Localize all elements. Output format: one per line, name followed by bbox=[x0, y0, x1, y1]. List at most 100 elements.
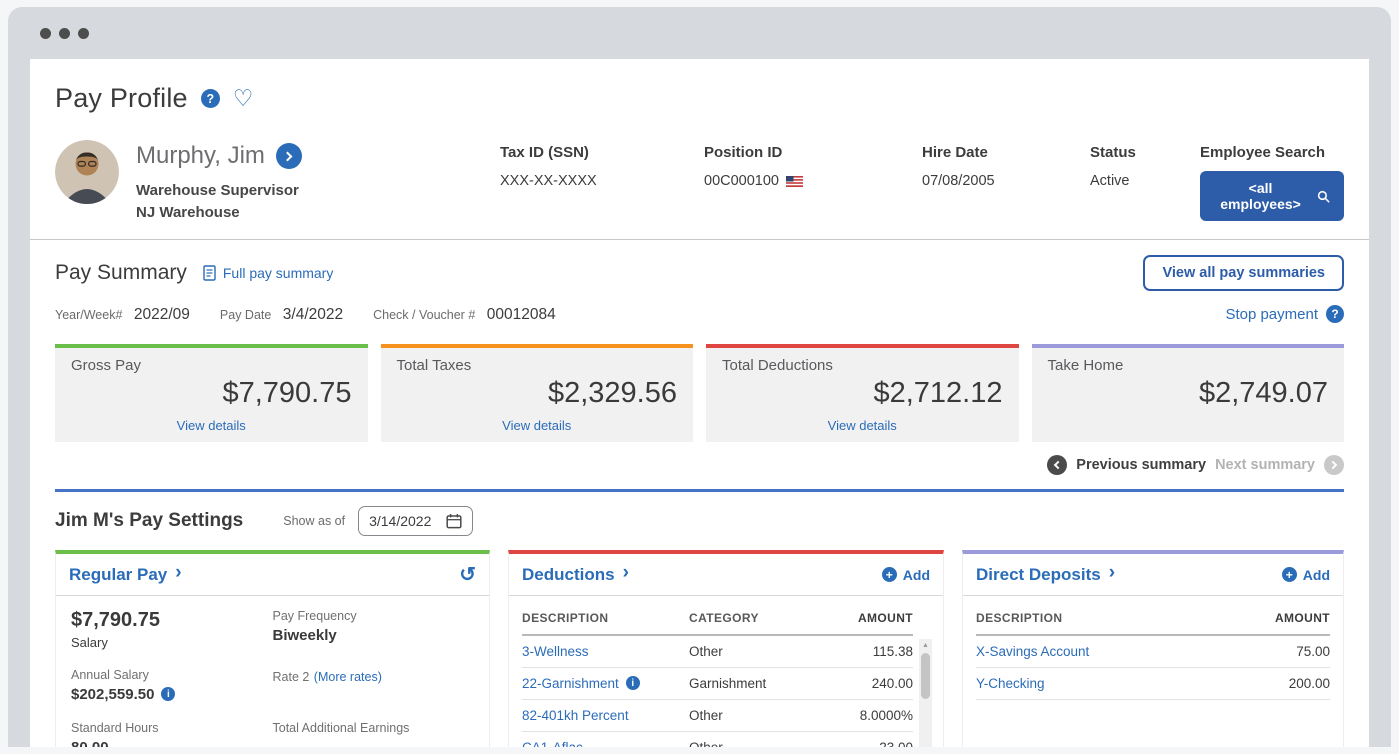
meta-value: 00012084 bbox=[487, 306, 556, 323]
field-label: Tax ID (SSN) bbox=[500, 144, 704, 161]
window-dot[interactable] bbox=[78, 28, 89, 39]
stop-payment-link[interactable]: Stop payment ? bbox=[1225, 305, 1344, 323]
pay-settings-title: Jim M's Pay Settings bbox=[55, 510, 243, 532]
regular-pay-title-link[interactable]: Regular Pay › bbox=[69, 565, 182, 585]
field-label: Position ID bbox=[704, 144, 922, 161]
salary-block: $7,790.75 Salary bbox=[71, 609, 273, 650]
panel-title-label: Direct Deposits bbox=[976, 565, 1101, 585]
previous-summary-button[interactable] bbox=[1047, 455, 1067, 475]
card-title: Gross Pay bbox=[71, 357, 352, 374]
plus-icon: + bbox=[882, 567, 897, 582]
employee-avatar[interactable] bbox=[55, 140, 119, 204]
next-summary-label: Next summary bbox=[1215, 457, 1315, 473]
card-amount: $2,712.12 bbox=[722, 377, 1003, 410]
section-divider bbox=[55, 489, 1344, 492]
table-row: 3-Wellness Other 115.38 bbox=[522, 636, 913, 668]
full-pay-summary-link[interactable]: Full pay summary bbox=[203, 265, 333, 281]
additional-earnings-block: Total Additional Earnings bbox=[273, 721, 475, 748]
deductions-table: DESCRIPTION CATEGORY AMOUNT 3-Wellness O… bbox=[522, 602, 930, 748]
table-header: DESCRIPTION AMOUNT bbox=[976, 602, 1330, 636]
help-icon[interactable]: ? bbox=[201, 89, 220, 108]
standard-hours-value: 80.00 bbox=[71, 739, 273, 748]
previous-summary-label[interactable]: Previous summary bbox=[1076, 457, 1206, 473]
show-as-of: Show as of bbox=[283, 506, 473, 536]
pay-settings-panels: Regular Pay › ↺ $7,790.75 Salary Pay Fre… bbox=[55, 550, 1344, 748]
pay-frequency-value: Biweekly bbox=[273, 627, 475, 644]
standard-hours-label: Standard Hours bbox=[71, 721, 273, 735]
chevron-right-icon: › bbox=[1109, 562, 1115, 584]
deduction-category: Garnishment bbox=[689, 676, 817, 691]
deduction-amount: 23.00 bbox=[817, 740, 913, 748]
show-as-of-date-input[interactable] bbox=[369, 513, 435, 529]
help-icon[interactable]: ? bbox=[1326, 305, 1344, 323]
employee-search-button-label: <all employees> bbox=[1214, 180, 1307, 212]
view-details-link[interactable]: View details bbox=[722, 418, 1003, 433]
calendar-icon[interactable] bbox=[446, 513, 462, 529]
scroll-up-arrow[interactable]: ▲ bbox=[919, 639, 932, 649]
info-icon[interactable]: i bbox=[626, 676, 640, 690]
deductions-title-link[interactable]: Deductions › bbox=[522, 565, 629, 585]
info-icon[interactable]: i bbox=[161, 687, 175, 701]
deduction-description-link[interactable]: 3-Wellness bbox=[522, 644, 689, 659]
meta-label: Pay Date bbox=[220, 308, 271, 322]
deduction-category: Other bbox=[689, 708, 817, 723]
employee-identity: Murphy, Jim Warehouse Supervisor NJ Ware… bbox=[55, 140, 500, 221]
deduction-category: Other bbox=[689, 740, 817, 748]
chevron-right-icon: › bbox=[175, 562, 181, 584]
additional-earnings-label: Total Additional Earnings bbox=[273, 721, 475, 735]
meta-value: 2022/09 bbox=[134, 306, 190, 323]
table-scrollbar[interactable]: ▲ bbox=[919, 639, 932, 748]
window-dot[interactable] bbox=[40, 28, 51, 39]
summary-cards: Gross Pay $7,790.75 View details Total T… bbox=[55, 344, 1344, 442]
full-pay-summary-label: Full pay summary bbox=[223, 265, 333, 281]
annual-salary-block: Annual Salary $202,559.50 i bbox=[71, 668, 273, 703]
column-amount: AMOUNT bbox=[1220, 611, 1330, 625]
employee-search-button[interactable]: <all employees> bbox=[1200, 171, 1344, 221]
chevron-left-icon bbox=[1054, 460, 1062, 468]
app-window: Pay Profile ? ♡ bbox=[8, 7, 1391, 747]
table-row: X-Savings Account 75.00 bbox=[976, 636, 1330, 668]
deduction-category: Other bbox=[689, 644, 817, 659]
more-rates-link[interactable]: (More rates) bbox=[314, 670, 382, 684]
deposit-description-link[interactable]: Y-Checking bbox=[976, 676, 1220, 691]
pay-summary-meta: Year/Week# 2022/09 Pay Date 3/4/2022 Che… bbox=[55, 305, 1344, 324]
table-row: CA1-Aflac Other 23.00 bbox=[522, 732, 913, 748]
add-deduction-button[interactable]: + Add bbox=[882, 567, 930, 583]
deposit-amount: 200.00 bbox=[1220, 676, 1330, 691]
window-dot[interactable] bbox=[59, 28, 70, 39]
field-label: Hire Date bbox=[922, 144, 1090, 161]
employee-role: Warehouse Supervisor bbox=[136, 182, 302, 199]
deduction-description-link[interactable]: 82-401kh Percent bbox=[522, 708, 689, 723]
employee-text: Murphy, Jim Warehouse Supervisor NJ Ware… bbox=[136, 140, 302, 221]
next-summary-button[interactable] bbox=[1324, 455, 1344, 475]
view-details-link[interactable]: View details bbox=[71, 418, 352, 433]
history-icon[interactable]: ↺ bbox=[459, 565, 476, 585]
direct-deposits-table: DESCRIPTION AMOUNT X-Savings Account 75.… bbox=[976, 602, 1330, 700]
annual-salary-value: $202,559.50 bbox=[71, 686, 154, 703]
summary-navigation: Previous summary Next summary bbox=[55, 455, 1344, 475]
deduction-description-link[interactable]: CA1-Aflac bbox=[522, 740, 689, 748]
card-title: Total Deductions bbox=[722, 357, 1003, 374]
favorite-heart-icon[interactable]: ♡ bbox=[233, 87, 254, 110]
pay-summary-title: Pay Summary bbox=[55, 261, 187, 285]
add-direct-deposit-button[interactable]: + Add bbox=[1282, 567, 1330, 583]
pay-frequency-label: Pay Frequency bbox=[273, 609, 475, 623]
view-details-link[interactable]: View details bbox=[397, 418, 678, 433]
meta-value: 3/4/2022 bbox=[283, 306, 343, 323]
open-profile-button[interactable] bbox=[276, 143, 302, 169]
document-icon bbox=[203, 265, 216, 281]
card-amount: $2,749.07 bbox=[1048, 377, 1329, 410]
deposit-description-link[interactable]: X-Savings Account bbox=[976, 644, 1220, 659]
table-row: Y-Checking 200.00 bbox=[976, 668, 1330, 700]
direct-deposits-title-link[interactable]: Direct Deposits › bbox=[976, 565, 1115, 585]
salary-label: Salary bbox=[71, 635, 273, 650]
deposit-amount: 75.00 bbox=[1220, 644, 1330, 659]
deduction-description-link[interactable]: 22-Garnishment i bbox=[522, 676, 689, 691]
titlebar bbox=[30, 7, 1369, 59]
view-all-pay-summaries-button[interactable]: View all pay summaries bbox=[1143, 255, 1344, 291]
scrollbar-thumb[interactable] bbox=[921, 653, 930, 699]
stop-payment-label: Stop payment bbox=[1225, 306, 1318, 323]
card-amount: $2,329.56 bbox=[397, 377, 678, 410]
header-divider bbox=[30, 239, 1369, 240]
field-status: Status Active bbox=[1090, 140, 1200, 189]
